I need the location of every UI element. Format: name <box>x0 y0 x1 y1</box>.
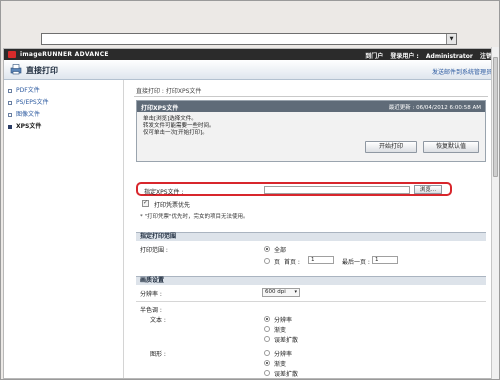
sidebar-item-image[interactable]: 图像文件 <box>4 110 123 120</box>
file-path-input[interactable] <box>264 186 410 194</box>
vertical-scrollbar[interactable] <box>491 47 499 379</box>
ticket-priority-checkbox[interactable] <box>142 199 149 207</box>
graphics-gradation-radio[interactable] <box>264 360 270 366</box>
brand-logo-icon <box>8 51 16 58</box>
option-label: 渐变 <box>274 327 287 334</box>
sidebar-item-label: PDF文件 <box>16 87 40 94</box>
sidebar-item-pdf[interactable]: PDF文件 <box>4 86 123 96</box>
brand-name: imageRUNNER ADVANCE <box>20 51 109 58</box>
sidebar-item-label: 图像文件 <box>16 111 41 118</box>
scrollbar-thumb[interactable] <box>493 57 498 177</box>
graphics-label: 图形 : <box>150 351 166 358</box>
graphics-resolution-radio[interactable] <box>264 350 270 356</box>
resolution-value: 600 dpi <box>265 289 286 295</box>
halftone-row: 半色调 : <box>136 305 486 315</box>
browse-button[interactable]: 浏览... <box>414 185 442 194</box>
square-bullet-icon <box>8 89 12 93</box>
form-area: 指定XPS文件 : 浏览... 打印凭票优先 * "打印凭票"优先时，完女的项目… <box>134 49 488 378</box>
ticket-note: * "打印凭票"优先时，完女的项目无法使用。 <box>140 214 249 220</box>
last-page-label: 最后一页 : <box>342 259 370 266</box>
halftone-label: 半色调 : <box>140 307 162 314</box>
option-label: 分辨率 <box>274 317 293 324</box>
browser-chrome: ▼ <box>1 1 499 47</box>
resolution-row: 分辨率 : 600 dpi ▾ <box>136 288 486 299</box>
address-dropdown-icon[interactable]: ▼ <box>446 34 456 44</box>
divider <box>136 301 486 302</box>
page-title: 直接打印 <box>26 66 58 75</box>
print-range-section-header: 指定打印范围 <box>136 232 486 241</box>
print-range-row: 打印范围 : 全部 页 首页 : 1 最后一页 : 1 <box>136 245 486 269</box>
graphics-halftone-row: 图形 : 分辨率 渐变 误差扩散 <box>136 349 486 378</box>
printer-icon <box>10 64 22 75</box>
option-label: 误差扩散 <box>274 371 299 378</box>
square-bullet-icon <box>8 113 12 117</box>
option-label: 分辨率 <box>274 351 293 358</box>
ticket-priority-label: 打印凭票优先 <box>154 202 191 209</box>
quality-section-header: 画质设置 <box>136 276 486 285</box>
option-label: 渐变 <box>274 361 287 368</box>
sidebar-item-xps[interactable]: XPS文件 <box>4 122 123 132</box>
print-range-label: 打印范围 : <box>140 247 168 254</box>
graphics-error-diffusion-radio[interactable] <box>264 370 270 376</box>
range-all-label: 全部 <box>274 247 287 254</box>
text-resolution-radio[interactable] <box>264 316 270 322</box>
sidebar-item-label: XPS文件 <box>16 123 42 130</box>
range-pages-radio[interactable] <box>264 258 270 264</box>
resolution-select[interactable]: 600 dpi ▾ <box>262 288 300 297</box>
option-label: 误差扩散 <box>274 337 299 344</box>
web-page: imageRUNNER ADVANCE 到门户 登录用户 : Administr… <box>3 48 497 379</box>
square-bullet-icon <box>8 101 12 105</box>
sidebar: PDF文件 PS/EPS文件 图像文件 XPS文件 <box>4 80 124 378</box>
range-pages-label: 页 <box>274 259 281 266</box>
first-page-input[interactable]: 1 <box>308 256 334 264</box>
resolution-label: 分辨率 : <box>140 291 162 298</box>
address-bar[interactable]: ▼ <box>41 33 457 45</box>
sidebar-item-label: PS/EPS文件 <box>16 99 49 106</box>
text-error-diffusion-radio[interactable] <box>264 336 270 342</box>
square-bullet-icon <box>8 125 12 129</box>
text-label: 文本 : <box>150 317 166 324</box>
file-label: 指定XPS文件 : <box>144 189 184 196</box>
range-all-radio[interactable] <box>264 246 270 252</box>
browser-window: ▼ imageRUNNER ADVANCE 到门户 登录用户 : Adminis… <box>0 0 500 380</box>
last-page-input[interactable]: 1 <box>372 256 398 264</box>
sidebar-item-ps-eps[interactable]: PS/EPS文件 <box>4 98 123 108</box>
chevron-down-icon: ▾ <box>294 289 297 295</box>
file-select-row: 指定XPS文件 : 浏览... <box>136 182 452 196</box>
text-gradation-radio[interactable] <box>264 326 270 332</box>
first-page-label: 首页 : <box>284 259 300 266</box>
